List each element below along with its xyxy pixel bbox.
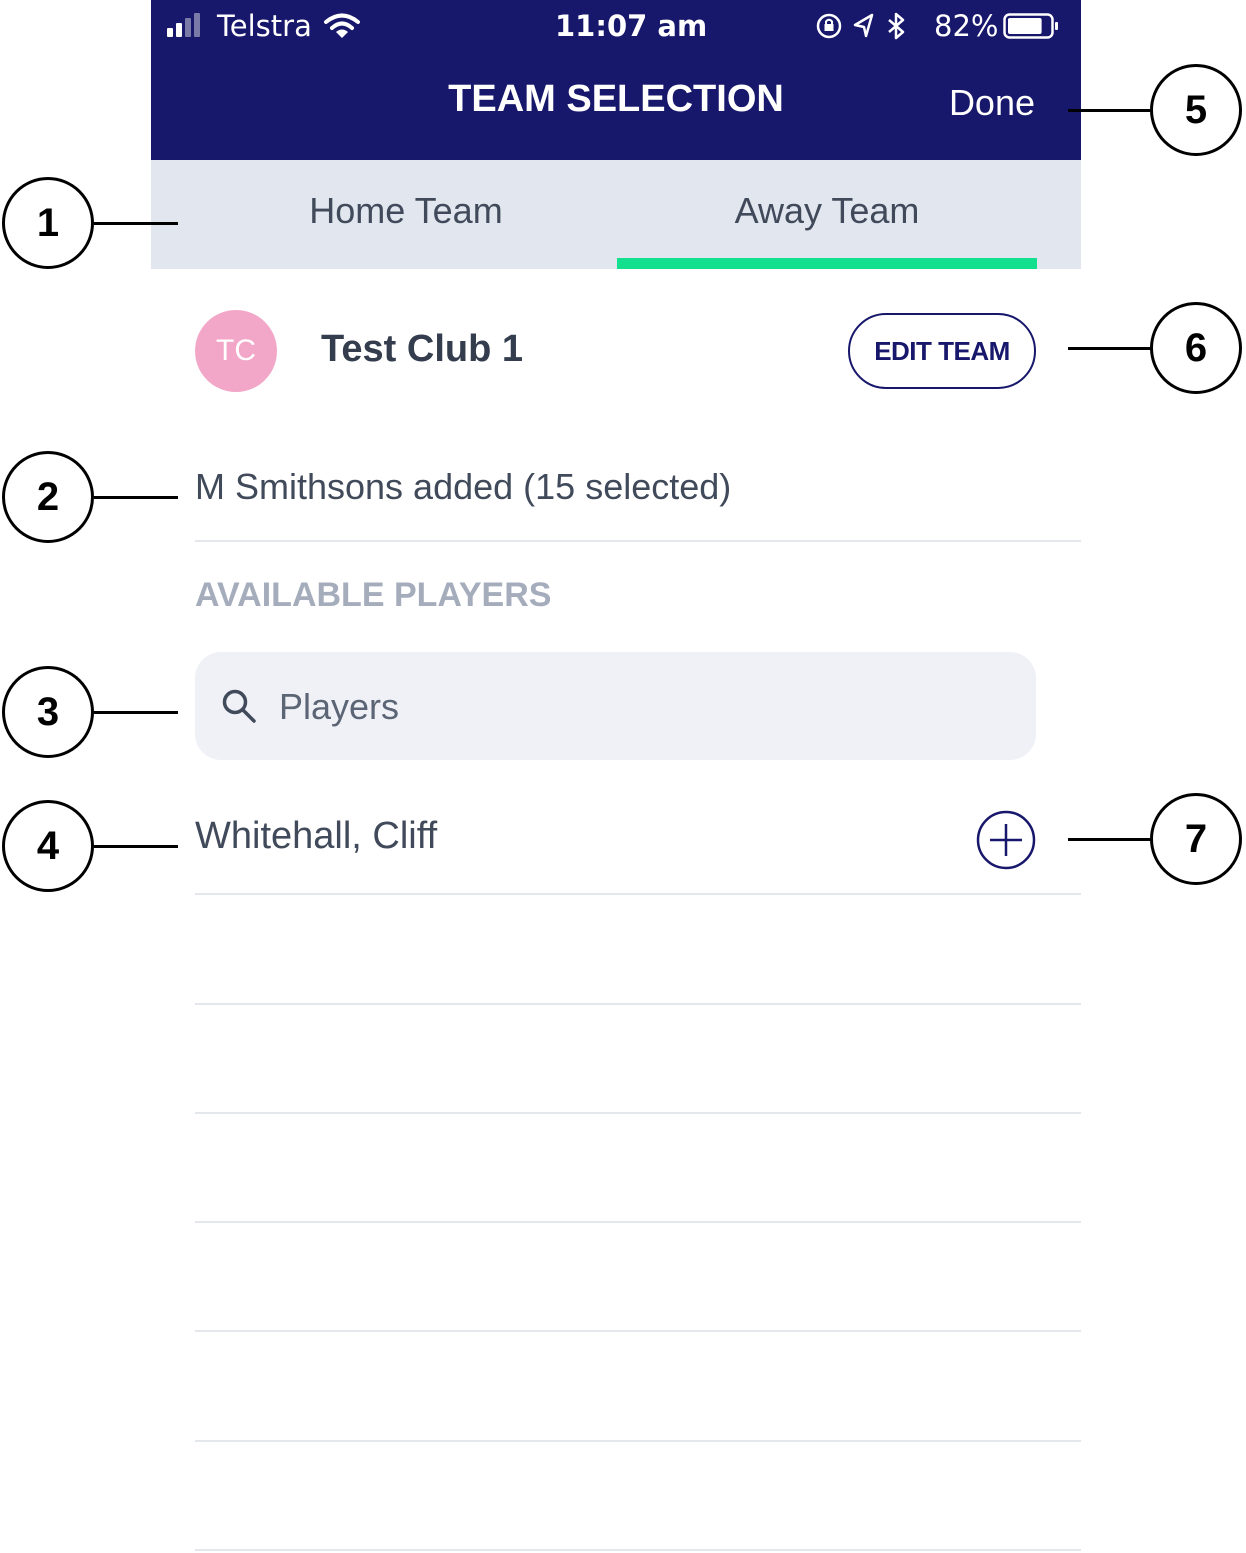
- location-arrow-icon: [853, 13, 874, 38]
- battery-icon: [1003, 13, 1058, 39]
- player-search: [195, 652, 1036, 760]
- selection-status: M Smithsons added (15 selected): [195, 466, 732, 507]
- status-indicator-icons: [816, 12, 905, 40]
- active-tab-indicator: [617, 258, 1037, 269]
- callout-leader: [1068, 347, 1152, 350]
- callout-leader: [94, 496, 178, 499]
- list-row-divider: [195, 893, 1081, 895]
- callout-7: 7: [1150, 793, 1242, 885]
- wifi-icon: [324, 13, 360, 38]
- callout-leader: [94, 711, 178, 714]
- page-title: TEAM SELECTION: [448, 78, 784, 120]
- tab-home-team[interactable]: Home Team: [196, 160, 616, 269]
- team-tabs: Home Team Away Team: [151, 160, 1081, 269]
- callout-leader: [1068, 838, 1152, 841]
- player-name: Whitehall, Cliff: [195, 815, 438, 857]
- cellular-signal-icon: [167, 13, 207, 37]
- team-name: Test Club 1: [321, 328, 523, 370]
- list-row-divider: [195, 1112, 1081, 1114]
- status-bar: Telstra 11:07 am 82%: [151, 0, 1081, 55]
- callout-1: 1: [2, 177, 94, 269]
- bluetooth-icon: [888, 12, 905, 40]
- search-icon: [222, 689, 256, 723]
- callout-4: 4: [2, 800, 94, 892]
- plus-circle-icon: [976, 810, 1036, 870]
- list-row-divider: [195, 1549, 1081, 1551]
- list-row-divider: [195, 1440, 1081, 1442]
- callout-3: 3: [2, 666, 94, 758]
- available-players-heading: AVAILABLE PLAYERS: [195, 576, 552, 614]
- divider: [195, 540, 1081, 542]
- team-avatar: TC: [195, 310, 277, 392]
- add-player-button[interactable]: [976, 810, 1036, 870]
- tab-away-team[interactable]: Away Team: [617, 160, 1037, 269]
- carrier-name: Telstra: [217, 9, 312, 43]
- callout-5: 5: [1150, 64, 1242, 156]
- callout-leader: [94, 222, 178, 225]
- list-row-divider: [195, 1221, 1081, 1223]
- callout-6: 6: [1150, 302, 1242, 394]
- edit-team-button[interactable]: EDIT TEAM: [848, 313, 1036, 389]
- top-bar: Telstra 11:07 am 82% TEAM SELECTION Done: [151, 0, 1081, 160]
- list-row-divider: [195, 1003, 1081, 1005]
- list-row-divider: [195, 1330, 1081, 1332]
- done-button[interactable]: Done: [949, 82, 1035, 124]
- app-screen: Telstra 11:07 am 82% TEAM SELECTION Done…: [151, 0, 1081, 1553]
- orientation-lock-icon: [816, 13, 842, 39]
- callout-leader: [1068, 109, 1152, 112]
- search-input[interactable]: [277, 676, 1001, 738]
- battery-percentage: 82%: [934, 9, 999, 43]
- status-time: 11:07 am: [555, 9, 708, 43]
- callout-2: 2: [2, 451, 94, 543]
- callout-leader: [94, 845, 178, 848]
